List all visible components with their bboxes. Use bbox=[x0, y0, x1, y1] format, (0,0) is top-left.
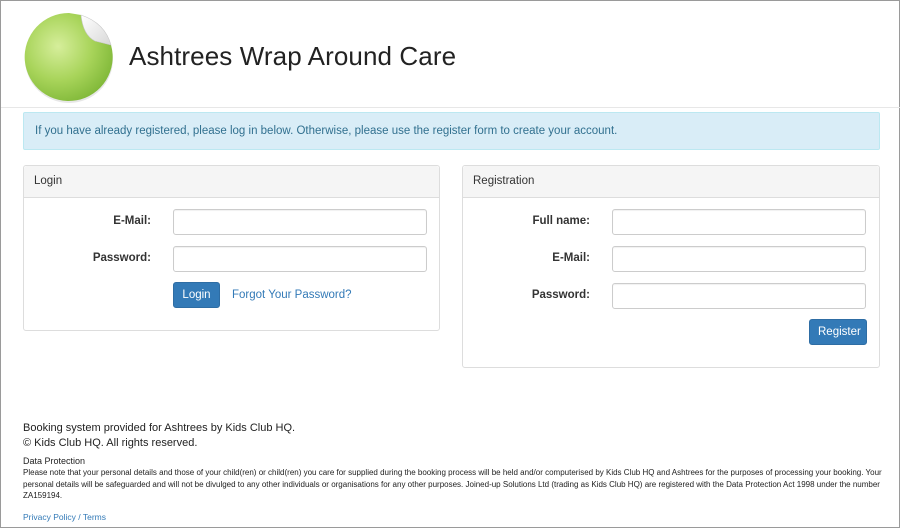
login-button[interactable]: Login bbox=[173, 282, 220, 308]
green-sticker-logo-icon bbox=[24, 12, 113, 103]
site-header: Ashtrees Wrap Around Care bbox=[23, 11, 883, 106]
reg-email-row: E-Mail: bbox=[463, 246, 879, 272]
header-divider bbox=[1, 107, 900, 108]
reg-password-label: Password: bbox=[531, 289, 590, 301]
provided-by-text: Booking system provided for Ashtrees by … bbox=[23, 422, 296, 434]
privacy-policy-link[interactable]: Privacy Policy bbox=[23, 512, 76, 522]
copyright-text: © Kids Club HQ. All rights reserved. bbox=[23, 437, 198, 449]
login-panel-heading: Login bbox=[24, 166, 439, 198]
login-password-input[interactable] bbox=[173, 246, 427, 272]
reg-email-input[interactable] bbox=[612, 246, 866, 272]
forgot-password-link[interactable]: Forgot Your Password? bbox=[232, 289, 352, 301]
login-email-label: E-Mail: bbox=[113, 215, 151, 227]
login-email-input[interactable] bbox=[173, 209, 427, 235]
reg-password-row: Password: bbox=[463, 283, 879, 309]
register-button[interactable]: Register bbox=[809, 319, 867, 345]
registration-panel: Registration Full name: E-Mail: Password… bbox=[462, 165, 880, 368]
policy-separator: / bbox=[75, 512, 83, 522]
reg-password-input[interactable] bbox=[612, 283, 866, 309]
page-frame: Ashtrees Wrap Around Care If you have al… bbox=[0, 0, 900, 528]
reg-email-label: E-Mail: bbox=[552, 252, 590, 264]
terms-link[interactable]: Terms bbox=[83, 512, 106, 522]
reg-fullname-label: Full name: bbox=[532, 215, 590, 227]
policy-links: Privacy Policy / Terms bbox=[23, 512, 106, 522]
login-password-row: Password: bbox=[24, 246, 439, 272]
info-alert: If you have already registered, please l… bbox=[23, 112, 880, 150]
login-panel: Login E-Mail: Password: Login Forgot You… bbox=[23, 165, 440, 331]
reg-fullname-input[interactable] bbox=[612, 209, 866, 235]
login-email-row: E-Mail: bbox=[24, 209, 439, 235]
login-password-label: Password: bbox=[92, 252, 151, 264]
site-title: Ashtrees Wrap Around Care bbox=[129, 41, 457, 71]
reg-fullname-row: Full name: bbox=[463, 209, 879, 235]
data-protection-title: Data Protection bbox=[23, 456, 86, 466]
site-footer: Booking system provided for Ashtrees by … bbox=[23, 421, 883, 502]
data-protection-text: Please note that your personal details a… bbox=[23, 468, 882, 500]
registration-panel-heading: Registration bbox=[463, 166, 879, 198]
